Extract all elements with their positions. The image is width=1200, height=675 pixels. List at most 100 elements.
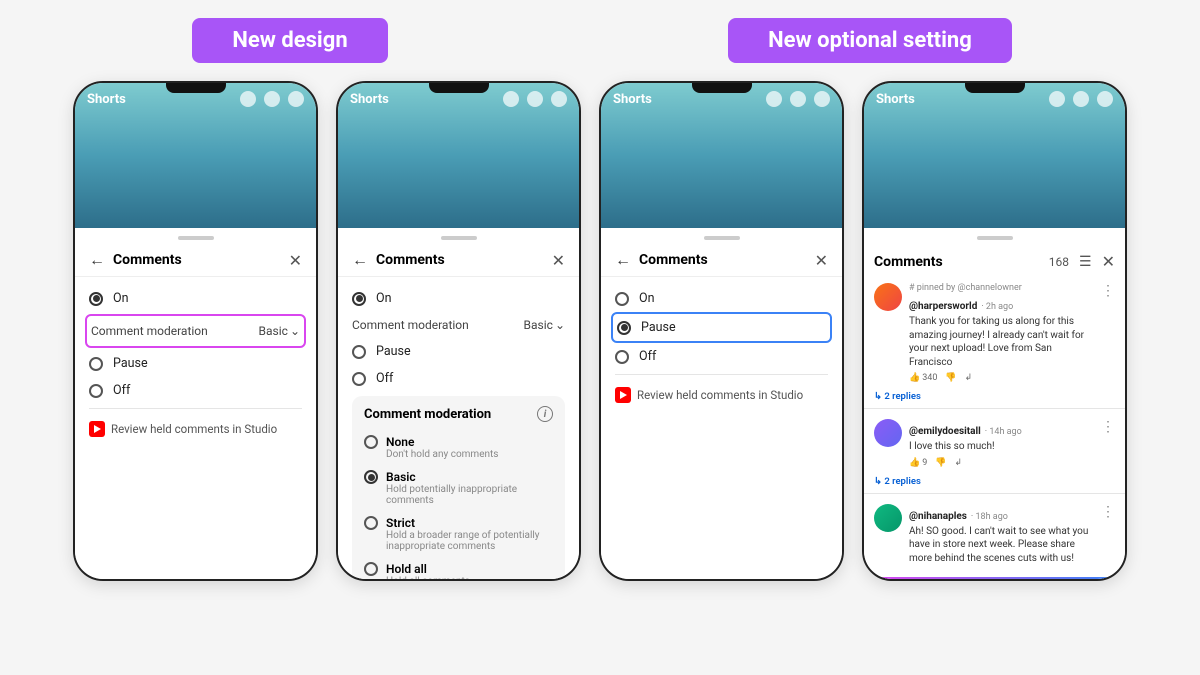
phone1-shorts-label: Shorts <box>87 92 126 107</box>
phone4-more-1[interactable]: ⋮ <box>1101 283 1115 299</box>
phone2-mod-strict-radio <box>364 516 378 530</box>
phone1-screen-top: Shorts <box>75 83 316 228</box>
phone2-mod-strict-name: Strict <box>386 516 553 530</box>
phone1-label-off: Off <box>113 383 130 398</box>
phone1-dropdown-chevron: ⌄ <box>290 324 300 338</box>
phone1-sheet: ← Comments ✕ On Comment moderation <box>75 228 316 579</box>
phone4-replies-2[interactable]: ↳ 2 replies <box>864 474 1125 489</box>
phone1-option-on[interactable]: On <box>89 285 302 312</box>
phone3-option-pause[interactable]: Pause <box>617 316 826 339</box>
phone4-icon1 <box>1049 91 1065 107</box>
phone4-dislike-2[interactable]: 👎 <box>935 458 946 468</box>
phone4-pinned-badge: # pinned by @channelowner <box>909 283 1094 293</box>
phone4-handle <box>977 236 1013 240</box>
phone2-shorts-label: Shorts <box>350 92 389 107</box>
phone3-screen-top: Shorts <box>601 83 842 228</box>
phone4-notch <box>965 83 1025 93</box>
phone2-mod-holdall[interactable]: Hold all Hold all comments <box>364 557 553 579</box>
phone1-moderation-row[interactable]: Comment moderation Basic ⌄ <box>91 318 300 344</box>
phone2-notch <box>429 83 489 93</box>
phone1-title: Comments <box>113 252 289 268</box>
phone2-close[interactable]: ✕ <box>552 251 565 270</box>
phone2-option-on[interactable]: On <box>352 285 565 312</box>
phone1-header: ← Comments ✕ <box>75 246 316 277</box>
phone4-reply-icon-1[interactable]: ↲ <box>965 373 973 383</box>
phone2-mod-none-desc: Don't hold any comments <box>386 449 498 460</box>
phone3-radio-on <box>615 292 629 306</box>
phone2-mod-none[interactable]: None Don't hold any comments <box>364 430 553 465</box>
phone2-mod-basic-text: Basic Hold potentially inappropriate com… <box>386 470 553 506</box>
phone2-dropdown-chevron: ⌄ <box>555 318 565 332</box>
phone4-author-3: @nihanaples <box>909 511 967 522</box>
phone1-back[interactable]: ← <box>89 250 105 270</box>
phone4-divider-2 <box>864 493 1125 494</box>
phone4-close[interactable]: ✕ <box>1102 252 1115 271</box>
phone3-divider <box>615 374 828 375</box>
phone4-divider-1 <box>864 408 1125 409</box>
phone3-yt-icon <box>615 387 631 403</box>
phone2-option-pause[interactable]: Pause <box>352 338 565 365</box>
top-labels-row: New design New optional setting <box>20 18 1180 63</box>
phone4-likes-1[interactable]: 👍 340 <box>909 373 937 383</box>
phone3-icon2 <box>790 91 806 107</box>
phone4-filter-icon[interactable]: ☰ <box>1079 254 1092 270</box>
phone1-review-link[interactable]: Review held comments in Studio <box>89 413 302 445</box>
phone1-option-pause[interactable]: Pause <box>89 350 302 377</box>
phone2-option-off[interactable]: Off <box>352 365 565 392</box>
phone4-more-3[interactable]: ⋮ <box>1101 504 1115 520</box>
phone1-label-pause: Pause <box>113 356 148 371</box>
phone3-close[interactable]: ✕ <box>815 251 828 270</box>
new-design-badge: New design <box>192 18 387 63</box>
phone4-dislike-1[interactable]: 👎 <box>945 373 956 383</box>
phone2-back[interactable]: ← <box>352 250 368 270</box>
phone4-reply-icon-2[interactable]: ↲ <box>955 458 963 468</box>
phone4-text-3: Ah! SO good. I can't wait to see what yo… <box>909 525 1094 566</box>
phone2-moderation-row[interactable]: Comment moderation Basic ⌄ <box>352 312 565 338</box>
phone2-mod-dropdown[interactable]: Basic ⌄ <box>524 318 565 332</box>
phone2-mod-holdall-name: Hold all <box>386 562 470 576</box>
phone1-radio-pause <box>89 357 103 371</box>
phone2-mod-holdall-text: Hold all Hold all comments <box>386 562 470 579</box>
phone1-yt-play <box>94 425 101 433</box>
phone1-icon3 <box>288 91 304 107</box>
phone2-mod-strict[interactable]: Strict Hold a broader range of potential… <box>364 511 553 557</box>
phone3-sheet: ← Comments ✕ On Pause <box>601 228 842 579</box>
phone1-mod-value: Basic <box>259 324 288 338</box>
phone4-author-2: @emilydoesitall <box>909 426 981 437</box>
phone2-mod-panel: Comment moderation i None Don't hold any… <box>352 396 565 579</box>
phone3-option-on[interactable]: On <box>615 285 828 312</box>
phone2-mod-strict-desc: Hold a broader range of potentially inap… <box>386 530 553 552</box>
phone3-back[interactable]: ← <box>615 250 631 270</box>
phone1-label-on: On <box>113 291 129 306</box>
phone2-mod-none-radio <box>364 435 378 449</box>
phone4-comment-3: @nihanaples · 18h ago Ah! SO good. I can… <box>864 498 1125 572</box>
phone2-mod-basic[interactable]: Basic Hold potentially inappropriate com… <box>364 465 553 511</box>
phone4-comments-count: 168 <box>1049 255 1069 269</box>
phone4-comments-body: # pinned by @channelowner @harpersworld … <box>864 277 1125 579</box>
new-optional-badge: New optional setting <box>728 18 1012 63</box>
phone3-label-off: Off <box>639 349 656 364</box>
phone3-option-off[interactable]: Off <box>615 343 828 370</box>
phone4-icon2 <box>1073 91 1089 107</box>
phone2-mod-basic-name: Basic <box>386 470 553 484</box>
phone4-likes-2[interactable]: 👍 9 <box>909 458 927 468</box>
phone4-shorts-label: Shorts <box>876 92 915 107</box>
phone1-divider <box>89 408 302 409</box>
phone2-handle <box>441 236 477 240</box>
phone2-panel-header: Comment moderation i <box>364 406 553 422</box>
phone4-avatar-2 <box>874 419 902 447</box>
phone4-sheet: Comments 168 ☰ ✕ # pinned by @channelown… <box>864 228 1125 579</box>
phone1-mod-dropdown[interactable]: Basic ⌄ <box>259 324 300 338</box>
phone4-replies-1[interactable]: ↳ 2 replies <box>864 389 1125 404</box>
phone3-radio-pause <box>617 321 631 335</box>
phone2-body: On Comment moderation Basic ⌄ Pause Off <box>338 277 579 579</box>
phone2-info-icon[interactable]: i <box>537 406 553 422</box>
phone1-option-off[interactable]: Off <box>89 377 302 404</box>
phone4-comment-2-body: @emilydoesitall · 14h ago I love this so… <box>909 419 1094 468</box>
phone3-review-link[interactable]: Review held comments in Studio <box>615 379 828 411</box>
phone1-close[interactable]: ✕ <box>289 251 302 270</box>
phone2-mod-holdall-desc: Hold all comments <box>386 576 470 579</box>
phone3-icon1 <box>766 91 782 107</box>
phone4-more-2[interactable]: ⋮ <box>1101 419 1115 435</box>
phone4-icon3 <box>1097 91 1113 107</box>
